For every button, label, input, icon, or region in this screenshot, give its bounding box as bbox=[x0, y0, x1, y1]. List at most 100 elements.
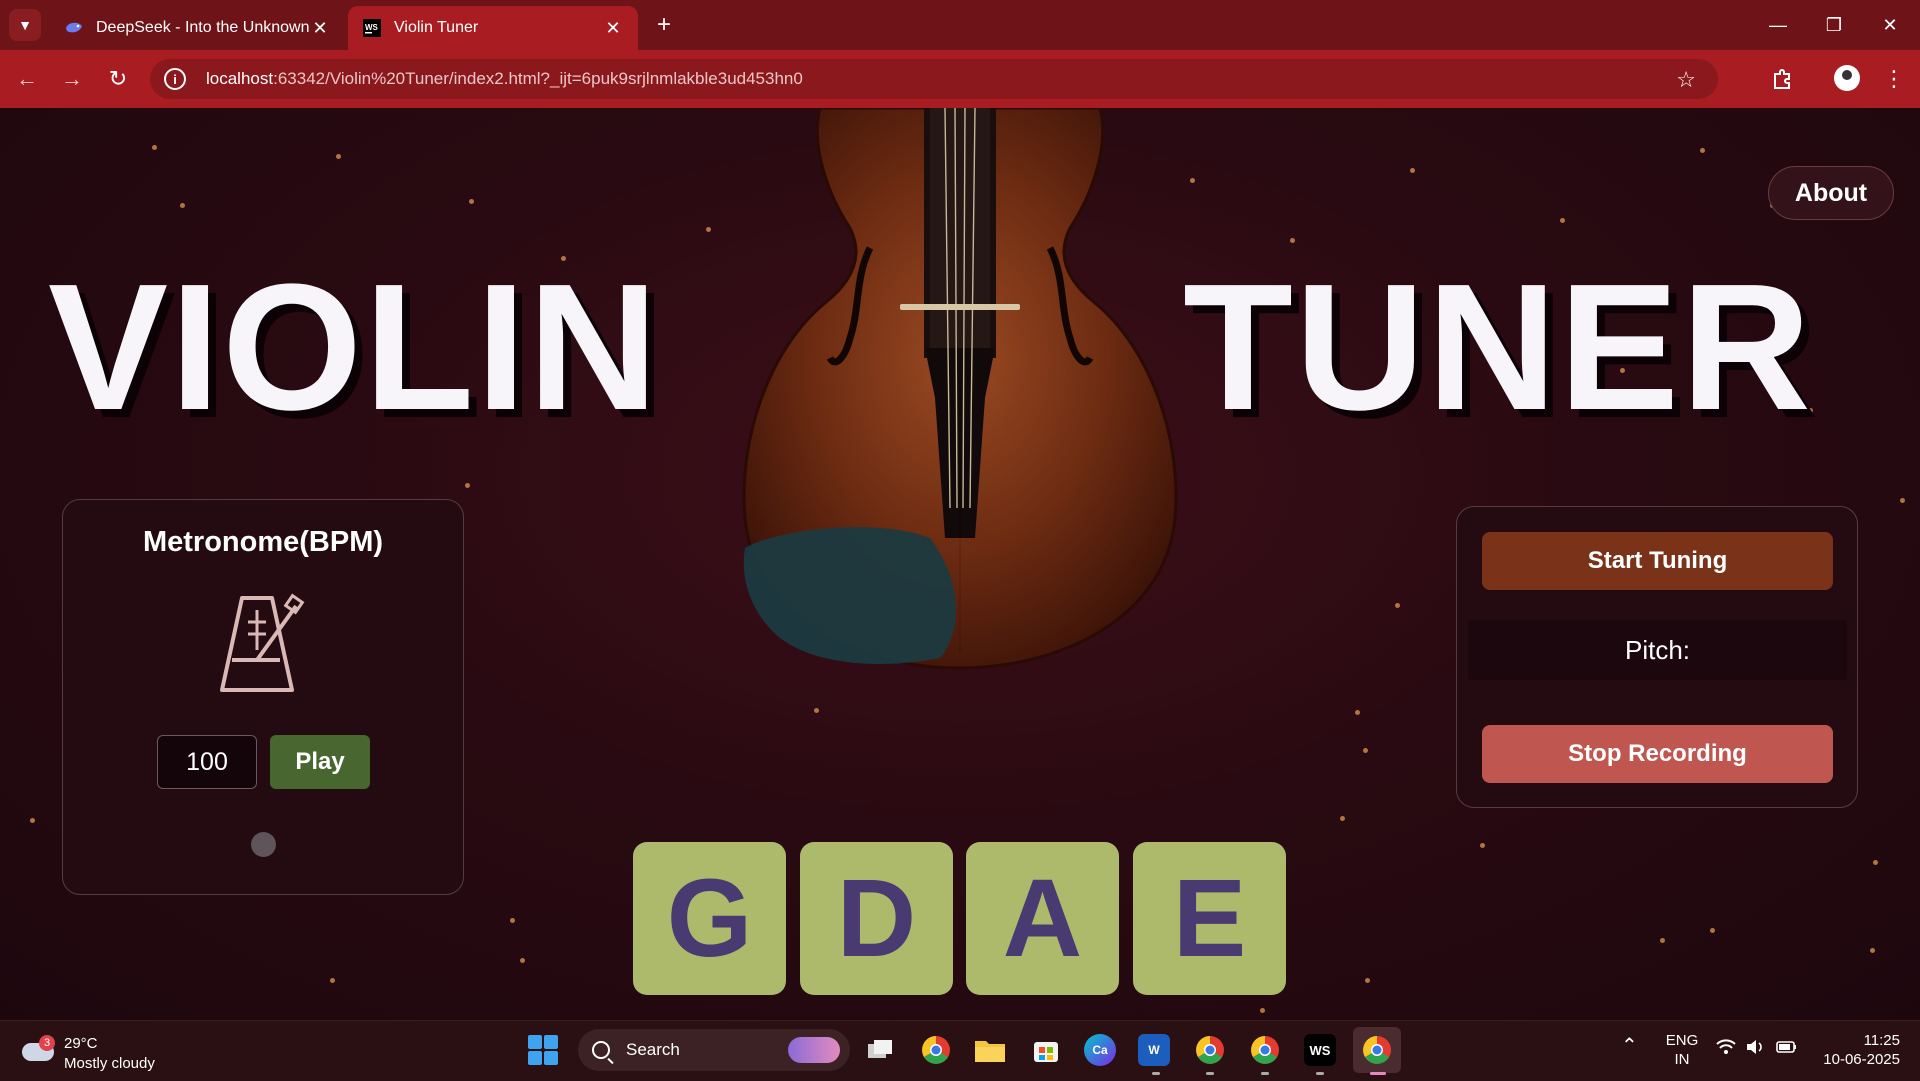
language-region: IN bbox=[1674, 1051, 1690, 1068]
background-star bbox=[1363, 748, 1368, 753]
stop-recording-button[interactable]: Stop Recording bbox=[1482, 725, 1833, 783]
running-indicator bbox=[1152, 1072, 1160, 1075]
weather-condition: Mostly cloudy bbox=[64, 1055, 155, 1072]
tab-deepseek[interactable]: DeepSeek - Into the Unknown ✕ bbox=[50, 6, 345, 50]
chrome-active-icon[interactable] bbox=[1353, 1027, 1401, 1073]
background-star bbox=[30, 818, 35, 823]
background-star bbox=[330, 978, 335, 983]
volume-icon[interactable] bbox=[1746, 1039, 1766, 1060]
background-star bbox=[1290, 238, 1295, 243]
new-tab-button[interactable]: + bbox=[648, 9, 680, 41]
bpm-input[interactable] bbox=[157, 735, 257, 789]
running-indicator bbox=[1316, 1072, 1324, 1075]
background-star bbox=[1190, 178, 1195, 183]
tab-title: DeepSeek - Into the Unknown bbox=[96, 19, 309, 36]
language-indicator[interactable]: ENG IN bbox=[1664, 1031, 1700, 1069]
url-host: localhost bbox=[206, 69, 274, 88]
background-star bbox=[1410, 168, 1415, 173]
background-star bbox=[1355, 710, 1360, 715]
background-star bbox=[510, 918, 515, 923]
windows-taskbar: 3 29°C Mostly cloudy Search Ca W WS ⌃ EN… bbox=[0, 1020, 1920, 1081]
task-view-icon[interactable] bbox=[864, 1034, 896, 1066]
language-code: ENG bbox=[1665, 1032, 1699, 1049]
browser-toolbar: ← → ↻ i localhost:63342/Violin%20Tuner/i… bbox=[0, 50, 1920, 110]
background-star bbox=[1395, 603, 1400, 608]
running-indicator bbox=[1206, 1072, 1214, 1075]
about-button[interactable]: About bbox=[1768, 166, 1894, 220]
profile-avatar[interactable] bbox=[1834, 65, 1860, 91]
deepseek-whale-icon bbox=[64, 18, 84, 38]
hero-title-left: VIOLIN bbox=[48, 247, 661, 448]
background-star bbox=[469, 199, 474, 204]
tuner-card: Start Tuning Pitch: Stop Recording bbox=[1456, 506, 1858, 808]
notification-badge: 3 bbox=[39, 1035, 55, 1051]
running-indicator bbox=[1261, 1072, 1269, 1075]
string-button-d[interactable]: D bbox=[800, 842, 953, 995]
pitch-display: Pitch: bbox=[1468, 620, 1847, 680]
play-button[interactable]: Play bbox=[270, 735, 370, 789]
metronome-icon bbox=[220, 593, 305, 692]
back-arrow-icon[interactable]: ← bbox=[12, 64, 42, 94]
url-text[interactable]: localhost:63342/Violin%20Tuner/index2.ht… bbox=[206, 69, 803, 89]
active-indicator bbox=[1370, 1072, 1386, 1075]
close-window-icon[interactable]: ✕ bbox=[1862, 0, 1918, 50]
metronome-title: Metronome(BPM) bbox=[142, 526, 384, 558]
minimize-icon[interactable]: — bbox=[1750, 0, 1806, 50]
background-star bbox=[1480, 843, 1485, 848]
extensions-icon[interactable] bbox=[1767, 64, 1797, 94]
background-star bbox=[180, 203, 185, 208]
background-star bbox=[1260, 1008, 1265, 1013]
search-highlight-image bbox=[788, 1037, 840, 1063]
word-icon[interactable]: W bbox=[1138, 1034, 1170, 1066]
microsoft-store-icon[interactable] bbox=[1030, 1034, 1062, 1066]
wifi-icon[interactable] bbox=[1716, 1039, 1736, 1060]
bookmark-star-icon[interactable]: ☆ bbox=[1676, 67, 1696, 93]
weather-temperature: 29°C bbox=[64, 1035, 98, 1052]
beat-indicator bbox=[251, 832, 276, 857]
chrome-profile-icon[interactable] bbox=[1194, 1034, 1226, 1066]
forward-arrow-icon[interactable]: → bbox=[57, 64, 87, 94]
chrome-icon[interactable] bbox=[920, 1034, 952, 1066]
url-path: :63342/Violin%20Tuner/index2.html?_ijt=6… bbox=[273, 69, 803, 88]
svg-text:WS: WS bbox=[365, 23, 379, 32]
site-info-icon[interactable]: i bbox=[164, 68, 186, 90]
tab-violin-tuner[interactable]: WS Violin Tuner ✕ bbox=[348, 6, 638, 50]
background-star bbox=[1560, 218, 1565, 223]
tab-title: Violin Tuner bbox=[394, 19, 479, 36]
string-button-e[interactable]: E bbox=[1133, 842, 1286, 995]
reload-icon[interactable]: ↻ bbox=[103, 64, 133, 94]
battery-icon[interactable] bbox=[1776, 1039, 1798, 1060]
background-star bbox=[520, 958, 525, 963]
violin-image bbox=[742, 108, 1178, 670]
string-button-a[interactable]: A bbox=[966, 842, 1119, 995]
background-star bbox=[1365, 978, 1370, 983]
background-star bbox=[1340, 816, 1345, 821]
menu-kebab-icon[interactable]: ⋮ bbox=[1879, 64, 1909, 94]
restore-icon[interactable]: ❐ bbox=[1806, 0, 1862, 50]
weather-widget[interactable]: 3 29°C Mostly cloudy bbox=[22, 1029, 172, 1075]
background-star bbox=[152, 145, 157, 150]
canva-icon[interactable]: Ca bbox=[1084, 1034, 1116, 1066]
taskbar-search[interactable]: Search bbox=[578, 1029, 850, 1071]
clock[interactable]: 11:25 10-06-2025 bbox=[1814, 1031, 1900, 1069]
webstorm-icon: WS bbox=[362, 18, 382, 38]
windows-start-icon[interactable] bbox=[528, 1035, 558, 1065]
close-tab-icon[interactable]: ✕ bbox=[602, 18, 624, 39]
webstorm-taskbar-icon[interactable]: WS bbox=[1304, 1034, 1336, 1066]
background-star bbox=[336, 154, 341, 159]
start-tuning-button[interactable]: Start Tuning bbox=[1482, 532, 1833, 590]
address-bar[interactable]: i localhost:63342/Violin%20Tuner/index2.… bbox=[150, 59, 1718, 99]
chrome-profile-icon[interactable] bbox=[1249, 1034, 1281, 1066]
search-icon bbox=[592, 1041, 610, 1059]
tab-search-dropdown-button[interactable]: ▼ bbox=[9, 9, 41, 41]
background-star bbox=[1873, 860, 1878, 865]
background-star bbox=[1660, 938, 1665, 943]
background-star bbox=[1870, 948, 1875, 953]
background-star bbox=[1900, 498, 1905, 503]
close-tab-icon[interactable]: ✕ bbox=[309, 18, 331, 39]
chevron-up-icon[interactable]: ⌃ bbox=[1621, 1036, 1638, 1056]
background-star bbox=[1700, 148, 1705, 153]
string-button-g[interactable]: G bbox=[633, 842, 786, 995]
clock-time: 11:25 bbox=[1863, 1032, 1900, 1049]
file-explorer-icon[interactable] bbox=[974, 1034, 1006, 1066]
